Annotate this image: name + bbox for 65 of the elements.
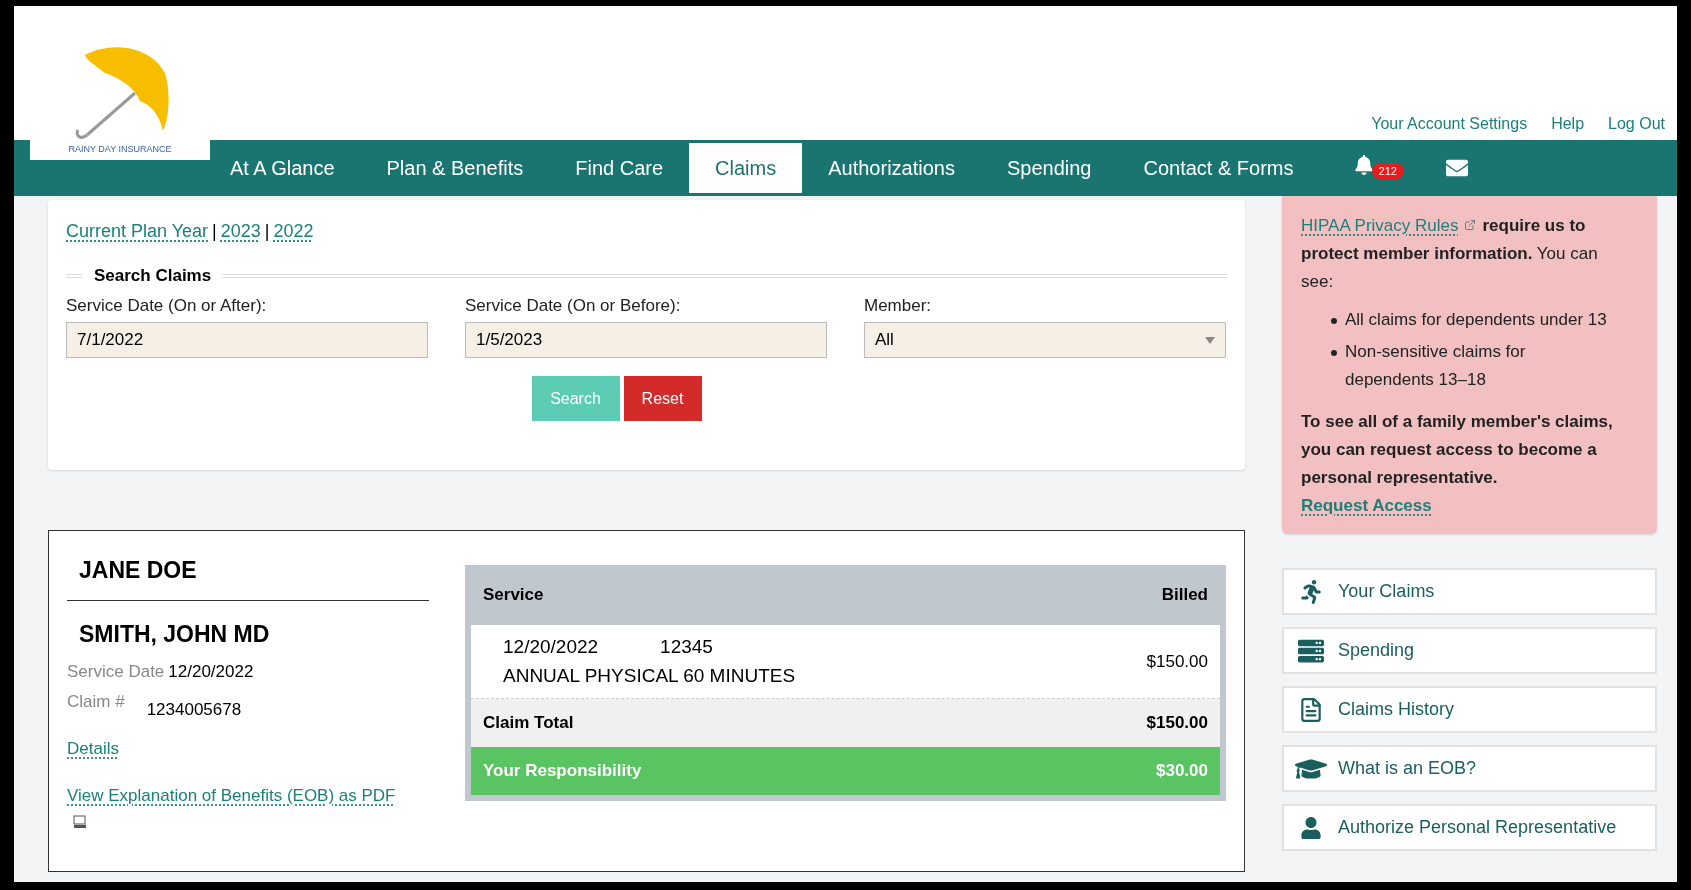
field-label: Service Date (On or After):: [66, 294, 268, 317]
account-link[interactable]: Your Account Settings: [1371, 112, 1528, 136]
bullet-icon: [1331, 318, 1337, 324]
mail-icon[interactable]: [1445, 157, 1468, 179]
claim-number-label: Claim #: [67, 690, 125, 713]
bullet-icon: [1331, 350, 1337, 356]
billed-amount: $150.00: [1146, 650, 1208, 673]
quick-link[interactable]: Your Claims: [1282, 568, 1657, 615]
account-link[interactable]: Log Out: [1608, 112, 1665, 136]
external-link-icon: [1464, 218, 1477, 231]
bell-icon[interactable]: [1353, 155, 1374, 175]
section-title: Search Claims: [94, 265, 212, 287]
hipaa-link[interactable]: HIPAA Privacy Rules: [1301, 216, 1459, 235]
total-amount: $150.00: [1146, 712, 1208, 735]
quick-link[interactable]: Claims History: [1282, 686, 1657, 733]
nav-tab[interactable]: Spending: [980, 143, 1118, 193]
plan-year-link[interactable]: 2023: [220, 218, 261, 245]
field-label: Service Date (On or Before):: [465, 294, 682, 317]
responsibility-label: Your Responsibility: [483, 760, 642, 783]
dropdown-caret-icon: [1205, 336, 1215, 344]
service-date-label: Service Date: [67, 661, 165, 683]
quick-link[interactable]: Authorize Personal Representative: [1282, 804, 1657, 851]
document-icon: [1298, 696, 1324, 723]
nav-tab[interactable]: Plan & Benefits: [360, 143, 550, 193]
separator: |: [264, 220, 270, 243]
member-name: JANE DOE: [67, 553, 429, 601]
notice-bullet: All claims for dependents under 13: [1331, 306, 1617, 334]
service-code-cell-text: 12345: [660, 635, 713, 659]
member-select[interactable]: All: [864, 322, 1226, 358]
running-person-icon: [1299, 579, 1323, 604]
total-label: Claim Total: [483, 712, 574, 735]
nav-tab[interactable]: Authorizations: [802, 143, 981, 193]
separator: |: [212, 220, 217, 243]
notification-badge: 212: [1371, 163, 1404, 179]
stack-icon: [1298, 637, 1324, 664]
column-header: Service: [483, 584, 544, 607]
logo-text: RAINY DAY INSURANCE: [68, 142, 172, 156]
notice-bold-text: To see all of a family member's claims, you can request access to become a personal representative.: [1301, 411, 1614, 489]
field-label: Member:: [864, 294, 933, 317]
date-field[interactable]: 7/1/2022: [66, 322, 428, 358]
claim-number: 1234005678: [146, 698, 242, 721]
nav-tab[interactable]: Claims: [689, 143, 803, 193]
service-description-cell-text: ANNUAL PHYSICAL 60 MINUTES: [503, 663, 796, 688]
date-field[interactable]: 1/5/2023: [465, 322, 827, 358]
quick-link[interactable]: Spending: [1282, 627, 1657, 674]
provider-name: SMITH, JOHN MD: [78, 619, 271, 649]
nav-tab[interactable]: Contact & Forms: [1117, 143, 1320, 193]
details-link[interactable]: Details: [67, 736, 119, 762]
nav-tab[interactable]: Find Care: [549, 143, 690, 193]
plan-year-link[interactable]: Current Plan Year: [66, 218, 209, 245]
eob-pdf-link[interactable]: View Explanation of Benefits (EOB) as PDF: [67, 785, 396, 805]
quick-link[interactable]: What is an EOB?: [1282, 745, 1657, 792]
notice-bullet: Non-sensitive claims for dependents 13–18: [1331, 338, 1617, 394]
notice-text: HIPAA Privacy Rules require us to protect member information. You can see:: [1301, 215, 1599, 293]
column-header: Billed: [1161, 584, 1208, 607]
pdf-icon: [73, 814, 87, 829]
service-date-cell-text: 12/20/2022: [503, 635, 599, 659]
reset-button[interactable]: Reset: [623, 376, 702, 421]
nav-tab[interactable]: At A Glance: [204, 143, 361, 193]
account-link[interactable]: Help: [1551, 112, 1585, 136]
request-access-link[interactable]: Request Access: [1301, 496, 1432, 515]
plan-year-link[interactable]: 2022: [273, 218, 314, 245]
responsibility-amount: $30.00: [1156, 760, 1208, 783]
person-icon: [1300, 816, 1322, 839]
service-date: 12/20/2022: [168, 661, 254, 683]
